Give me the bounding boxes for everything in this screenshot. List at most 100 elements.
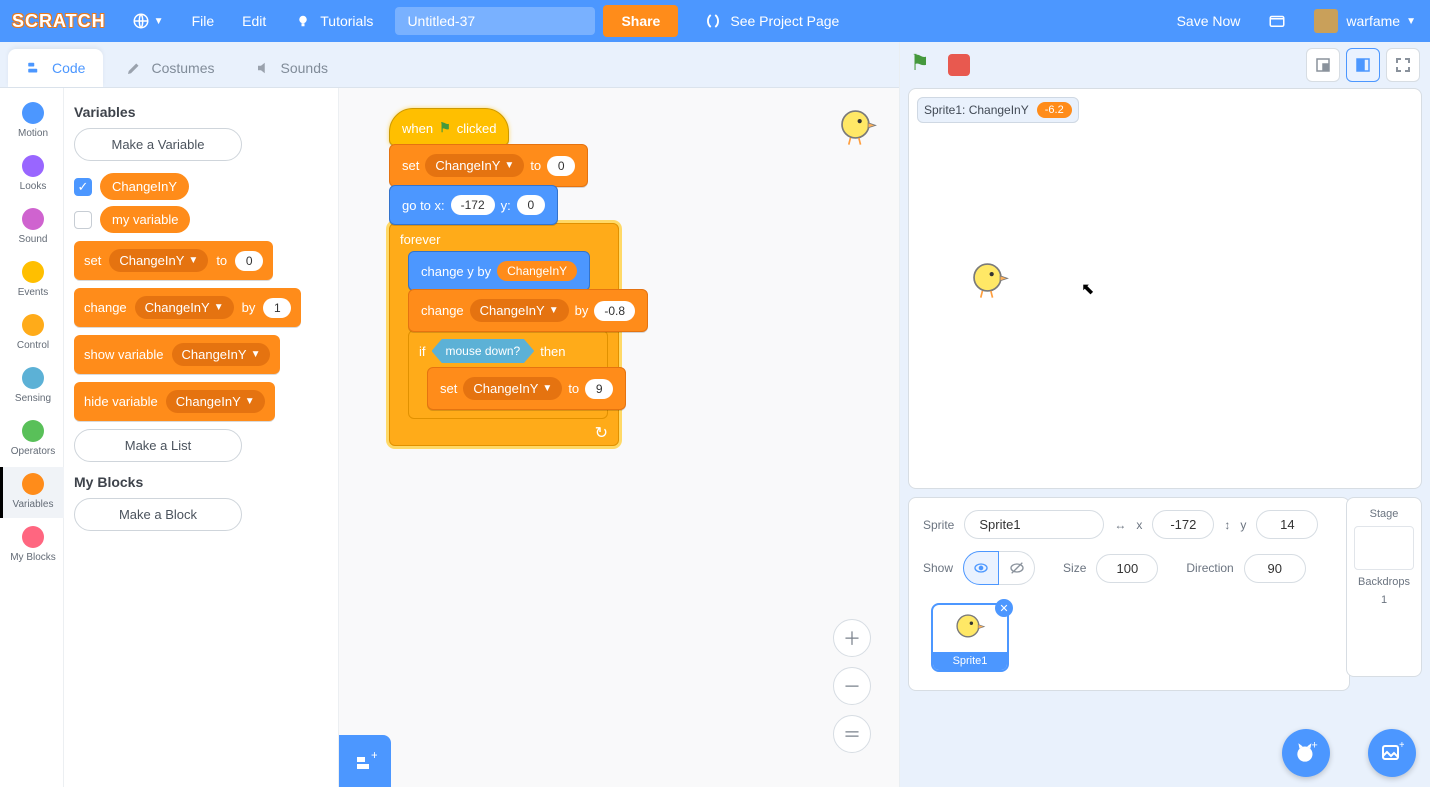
category-sound[interactable]: Sound [0,202,64,253]
variable-dropdown[interactable]: ChangeInY▼ [172,343,271,366]
block-text: set [440,381,457,396]
variable-dropdown[interactable]: ChangeInY▼ [109,249,208,272]
category-looks[interactable]: Looks [0,149,64,200]
category-variables[interactable]: Variables [0,467,64,518]
fullscreen-button[interactable] [1386,48,1420,82]
variable-dropdown[interactable]: ChangeInY▼ [463,377,562,400]
make-block-button[interactable]: Make a Block [74,498,242,531]
block-text: by [575,303,589,318]
variable-dropdown[interactable]: ChangeInY▼ [425,154,524,177]
green-flag-button[interactable]: ⚑ [910,50,940,80]
variable-checkbox[interactable]: ✓ [74,178,92,196]
stage-selector-panel[interactable]: Stage Backdrops 1 [1346,497,1422,677]
tab-code[interactable]: Code [8,49,103,87]
block-set-variable[interactable]: set ChangeInY▼ to 0 [389,144,588,187]
category-motion[interactable]: Motion [0,96,64,147]
tab-sounds[interactable]: Sounds [237,49,346,87]
block-if[interactable]: if mouse down? then set ChangeInY▼ to [408,330,608,419]
number-input[interactable]: 0 [235,251,263,271]
category-myblocks[interactable]: My Blocks [0,520,64,571]
zoom-in-button[interactable]: ＋ [833,619,871,657]
block-stack[interactable]: when ⚑ clicked set ChangeInY▼ to 0 go to… [389,110,619,446]
backdrops-label: Backdrops [1358,576,1410,588]
category-control[interactable]: Control [0,308,64,359]
variable-dropdown[interactable]: ChangeInY▼ [470,299,569,322]
number-input[interactable]: 9 [585,379,613,399]
save-now-button[interactable]: Save Now [1163,0,1255,42]
stage-canvas[interactable]: Sprite1: ChangeInY -6.2 ⬉ [908,88,1422,489]
number-input[interactable]: -172 [451,195,495,215]
stage-label: Stage [1370,508,1399,520]
add-extension-button[interactable]: + [339,735,391,787]
menu-bar: SCRATCH ▼ File Edit Tutorials Share See … [0,0,1430,42]
block-change-variable[interactable]: change ChangeInY▼ by -0.8 [408,289,648,332]
tab-costumes[interactable]: Costumes [107,49,232,87]
block-when-flag-clicked[interactable]: when ⚑ clicked [389,108,509,146]
sprite-tile[interactable]: ✕ Sprite1 [931,603,1009,672]
editor-row: Motion Looks Sound Events Control Sensin… [0,88,899,787]
stage-large-button[interactable] [1346,48,1380,82]
block-forever[interactable]: forever change y by ChangeInY change Cha… [389,223,619,446]
block-show-variable[interactable]: show variable ChangeInY▼ [74,335,280,374]
block-set-variable[interactable]: set ChangeInY▼ to 0 [74,241,273,280]
see-project-page-link[interactable]: See Project Page [690,0,853,42]
file-menu[interactable]: File [178,0,229,42]
block-change-y[interactable]: change y by ChangeInY [408,251,590,291]
language-menu[interactable]: ▼ [118,0,178,42]
add-backdrop-button[interactable]: + [1368,729,1416,777]
variable-reporter[interactable]: my variable [100,206,190,233]
monitor-label: Sprite1: ChangeInY [924,103,1029,117]
xy-icon: ↔ [1114,518,1126,532]
show-label: Show [923,561,953,575]
category-label: Sound [19,234,48,245]
variable-reporter[interactable]: ChangeInY [100,173,189,200]
block-set-variable[interactable]: set ChangeInY▼ to 9 [427,367,626,410]
category-operators[interactable]: Operators [0,414,64,465]
delete-sprite-button[interactable]: ✕ [995,599,1013,617]
share-button[interactable]: Share [603,5,678,37]
hide-sprite-button[interactable] [999,551,1035,585]
category-events[interactable]: Events [0,255,64,306]
block-hide-variable[interactable]: hide variable ChangeInY▼ [74,382,275,421]
script-workspace[interactable]: when ⚑ clicked set ChangeInY▼ to 0 go to… [339,88,899,787]
variable-monitor[interactable]: Sprite1: ChangeInY -6.2 [917,97,1079,123]
eye-off-icon [1009,560,1025,576]
variable-dropdown[interactable]: ChangeInY▼ [135,296,234,319]
block-mouse-down[interactable]: mouse down? [432,339,535,363]
make-variable-button[interactable]: Make a Variable [74,128,242,161]
edit-menu[interactable]: Edit [228,0,280,42]
variable-reporter[interactable]: ChangeInY [497,261,577,281]
stop-button[interactable] [948,54,970,76]
block-palette: Variables Make a Variable ✓ ChangeInY my… [64,88,339,787]
block-text: to [216,253,227,268]
sprite-x-input[interactable] [1152,510,1214,539]
tutorials-link[interactable]: Tutorials [280,0,387,42]
add-sprite-button[interactable]: + [1282,729,1330,777]
account-menu[interactable]: warfame ▼ [1300,0,1430,42]
stage-thumbnail[interactable] [1354,526,1414,570]
sprite-size-input[interactable] [1096,554,1158,583]
stage-small-button[interactable] [1306,48,1340,82]
variable-dropdown[interactable]: ChangeInY▼ [166,390,265,413]
sprite-name-input[interactable] [964,510,1104,539]
show-sprite-button[interactable] [963,551,999,585]
folder-icon [1268,12,1286,30]
number-input[interactable]: 0 [547,156,575,176]
category-column: Motion Looks Sound Events Control Sensin… [0,88,64,787]
small-stage-icon [1315,57,1331,73]
block-change-variable[interactable]: change ChangeInY▼ by 1 [74,288,301,327]
sprite-direction-input[interactable] [1244,554,1306,583]
number-input[interactable]: 0 [517,195,545,215]
zoom-reset-button[interactable]: ＝ [833,715,871,753]
number-input[interactable]: 1 [263,298,291,318]
make-list-button[interactable]: Make a List [74,429,242,462]
stage-sprite[interactable] [969,259,1011,306]
category-sensing[interactable]: Sensing [0,361,64,412]
project-title-input[interactable] [395,7,595,35]
sprite-y-input[interactable] [1256,510,1318,539]
variable-checkbox[interactable] [74,211,92,229]
mystuff-link[interactable] [1254,0,1300,42]
zoom-out-button[interactable]: － [833,667,871,705]
block-goto-xy[interactable]: go to x: -172 y: 0 [389,185,558,225]
number-input[interactable]: -0.8 [594,301,635,321]
